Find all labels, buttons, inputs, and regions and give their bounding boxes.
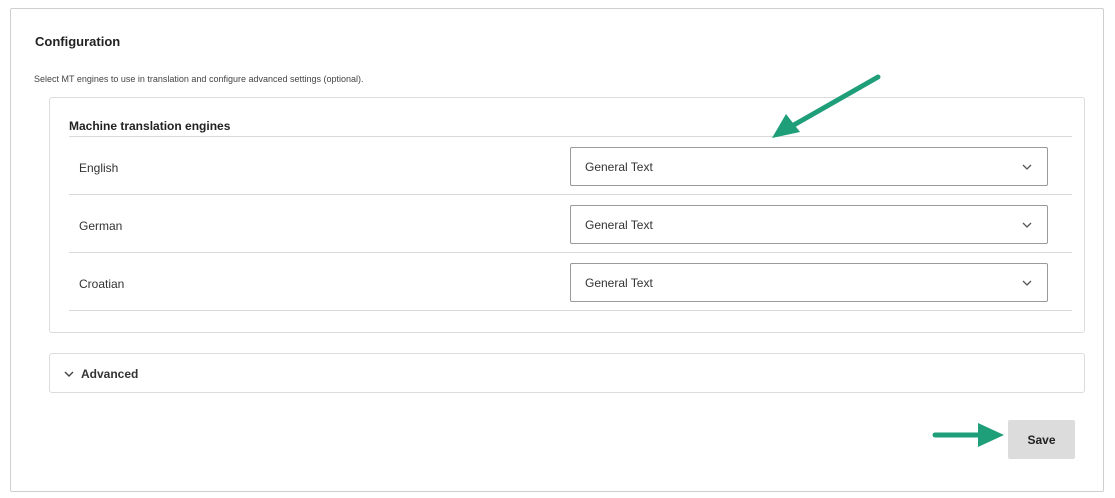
page: Configuration Select MT engines to use i…	[0, 0, 1115, 498]
engine-select-english[interactable]: General Text	[570, 147, 1048, 186]
row-divider	[69, 194, 1072, 195]
save-button[interactable]: Save	[1008, 420, 1075, 459]
language-label-english: English	[79, 161, 119, 175]
engine-select-value: General Text	[585, 218, 653, 232]
engine-select-value: General Text	[585, 276, 653, 290]
engines-section-title: Machine translation engines	[69, 119, 231, 133]
configuration-title: Configuration	[35, 34, 121, 49]
chevron-down-icon	[1022, 280, 1032, 286]
engine-select-croatian[interactable]: General Text	[570, 263, 1048, 302]
language-label-croatian: Croatian	[79, 277, 125, 291]
annotation-arrow-icon	[932, 423, 1004, 447]
chevron-down-icon	[1022, 164, 1032, 170]
advanced-label: Advanced	[81, 367, 139, 381]
chevron-down-icon	[1022, 222, 1032, 228]
chevron-down-icon	[64, 371, 74, 377]
row-divider	[69, 310, 1072, 311]
advanced-section-toggle[interactable]: Advanced	[49, 353, 1085, 393]
engine-select-value: General Text	[585, 160, 653, 174]
configuration-description: Select MT engines to use in translation …	[34, 74, 364, 84]
language-label-german: German	[79, 219, 123, 233]
machine-translation-engines-card: Machine translation engines English Gene…	[49, 97, 1085, 333]
annotation-arrow-icon	[772, 74, 881, 138]
row-divider	[69, 136, 1072, 137]
engine-select-german[interactable]: General Text	[570, 205, 1048, 244]
row-divider	[69, 252, 1072, 253]
